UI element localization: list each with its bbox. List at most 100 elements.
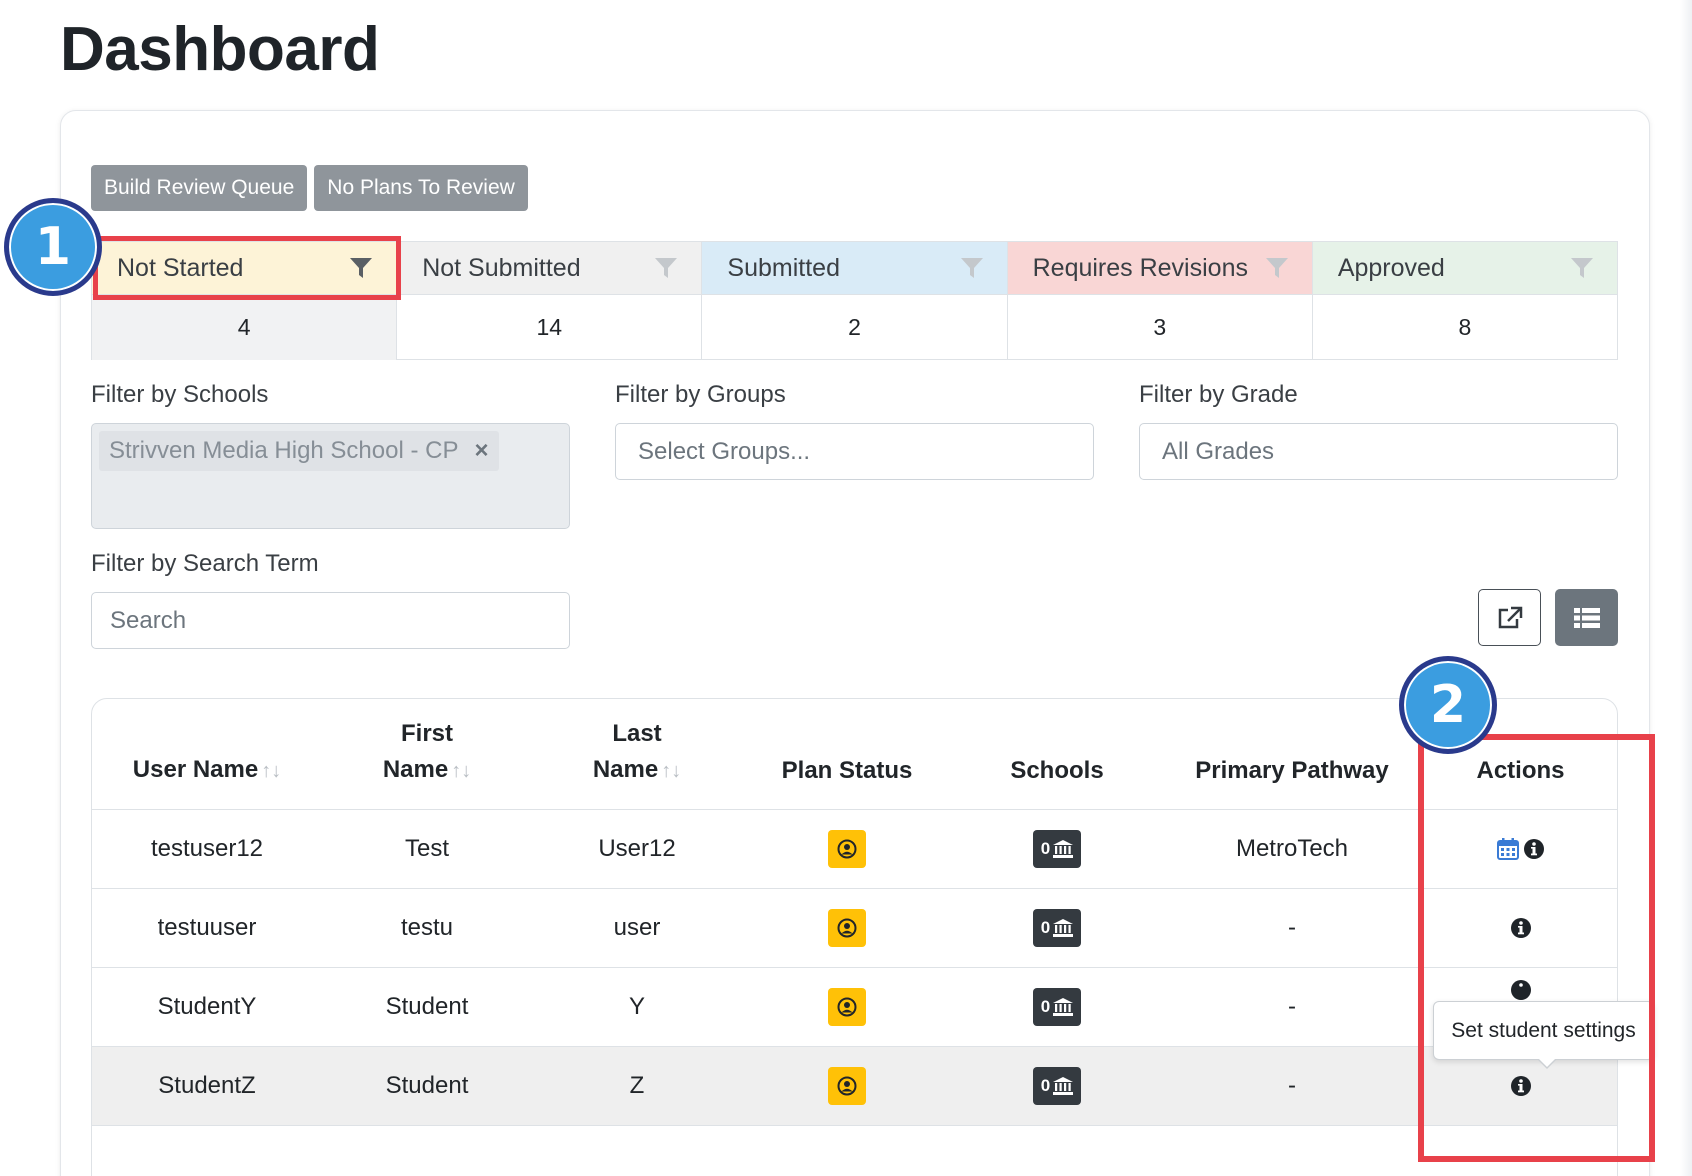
cell-username: testuser12 bbox=[92, 809, 322, 889]
header-label: Last bbox=[612, 719, 662, 747]
annotation-highlight-1 bbox=[93, 236, 401, 300]
cell-lastname: Y bbox=[532, 967, 742, 1047]
status-count: 2 bbox=[702, 294, 1007, 360]
annotation-badge-2: 2 bbox=[1399, 656, 1497, 754]
external-link-icon bbox=[1498, 606, 1522, 628]
col-primary-pathway: Primary Pathway bbox=[1162, 699, 1422, 810]
bank-icon bbox=[1053, 918, 1074, 937]
annotation-badge-1: 1 bbox=[4, 198, 102, 296]
search-input[interactable]: Search bbox=[91, 592, 570, 649]
schools-badge[interactable]: 0 bbox=[1032, 829, 1082, 868]
header-label: User Name bbox=[132, 755, 259, 783]
cell-schools: 0 bbox=[952, 809, 1162, 889]
groups-placeholder: Select Groups... bbox=[638, 437, 811, 465]
funnel-icon[interactable] bbox=[960, 258, 983, 278]
cell-username: StudentZ bbox=[92, 1046, 322, 1126]
schools-badge[interactable]: 0 bbox=[1032, 987, 1082, 1026]
table-row: testuser12 Test User12 0 MetroTech bbox=[92, 809, 1617, 889]
schools-count: 0 bbox=[1040, 996, 1051, 1016]
status-label: Requires Revisions bbox=[1032, 253, 1248, 282]
status-count: 3 bbox=[1007, 294, 1312, 360]
close-icon[interactable]: × bbox=[474, 437, 488, 465]
funnel-icon[interactable] bbox=[655, 258, 678, 278]
students-table: User Name ↑↓ First Name ↑↓ Last Name ↑↓ Plan … bbox=[91, 698, 1618, 1176]
export-button[interactable] bbox=[1478, 589, 1541, 646]
grade-value: All Grades bbox=[1162, 437, 1275, 465]
cell-lastname: user bbox=[532, 888, 742, 968]
status-submitted[interactable]: Submitted 2 bbox=[702, 242, 1008, 360]
cell-plan-status bbox=[742, 809, 952, 889]
col-lastname[interactable]: Last Name ↑↓ bbox=[532, 699, 742, 810]
table-row: testuuser testu user 0 - bbox=[92, 888, 1617, 968]
filter-grade-label: Filter by Grade bbox=[1139, 381, 1298, 408]
list-icon bbox=[1573, 607, 1600, 628]
status-requires-revisions[interactable]: Requires Revisions 3 bbox=[1007, 242, 1313, 360]
schools-count: 0 bbox=[1040, 1075, 1051, 1095]
table-row: StudentY Student Y 0 - bbox=[92, 967, 1617, 1047]
status-count: 14 bbox=[397, 294, 702, 360]
table-row: StudentZ Student Z 0 - bbox=[92, 1046, 1617, 1126]
header-label: First bbox=[400, 719, 453, 747]
col-firstname[interactable]: First Name ↑↓ bbox=[322, 699, 532, 810]
cell-username: testuuser bbox=[92, 888, 322, 968]
user-circle-icon[interactable] bbox=[828, 987, 866, 1026]
sort-icon[interactable]: ↑↓ bbox=[661, 760, 681, 782]
build-review-queue-button[interactable]: Build Review Queue bbox=[91, 165, 308, 211]
page-title: Dashboard bbox=[60, 15, 380, 84]
list-view-button[interactable] bbox=[1555, 589, 1618, 646]
bank-icon bbox=[1053, 1076, 1074, 1095]
cell-plan-status bbox=[742, 1046, 952, 1126]
cell-schools: 0 bbox=[952, 967, 1162, 1047]
cell-pathway: - bbox=[1162, 1046, 1422, 1126]
cell-lastname: Z bbox=[532, 1046, 742, 1126]
user-circle-icon[interactable] bbox=[828, 1066, 866, 1105]
status-count: 8 bbox=[1312, 294, 1618, 360]
funnel-icon[interactable] bbox=[1265, 258, 1288, 278]
schools-badge[interactable]: 0 bbox=[1032, 908, 1082, 947]
cell-firstname: testu bbox=[322, 888, 532, 968]
status-label: Submitted bbox=[727, 253, 840, 282]
filter-schools-label: Filter by Schools bbox=[91, 381, 269, 408]
no-plans-to-review-button[interactable]: No Plans To Review bbox=[314, 165, 528, 211]
col-username[interactable]: User Name ↑↓ bbox=[92, 699, 322, 810]
filter-groups-label: Filter by Groups bbox=[615, 381, 786, 408]
school-chip: Strivven Media High School - CP × bbox=[99, 431, 499, 471]
header-label: Name bbox=[382, 755, 449, 783]
cell-schools: 0 bbox=[952, 888, 1162, 968]
schools-count: 0 bbox=[1040, 838, 1051, 858]
bank-icon bbox=[1053, 839, 1074, 858]
cell-plan-status bbox=[742, 888, 952, 968]
status-count: 4 bbox=[92, 294, 397, 360]
filter-grade-select[interactable]: All Grades bbox=[1139, 423, 1618, 480]
status-approved[interactable]: Approved 8 bbox=[1312, 242, 1618, 360]
status-not-submitted[interactable]: Not Submitted 14 bbox=[397, 242, 703, 360]
col-plan-status: Plan Status bbox=[742, 699, 952, 810]
cell-firstname: Test bbox=[322, 809, 532, 889]
scroll-edge bbox=[1680, 0, 1692, 1176]
schools-badge[interactable]: 0 bbox=[1032, 1066, 1082, 1105]
user-circle-icon[interactable] bbox=[828, 908, 866, 947]
status-label: Not Submitted bbox=[422, 253, 581, 282]
cell-firstname: Student bbox=[322, 1046, 532, 1126]
header-label: Name bbox=[592, 755, 659, 783]
cell-pathway: MetroTech bbox=[1162, 809, 1422, 889]
cell-username: StudentY bbox=[92, 967, 322, 1047]
funnel-icon[interactable] bbox=[1571, 258, 1594, 278]
bank-icon bbox=[1053, 997, 1074, 1016]
user-circle-icon[interactable] bbox=[828, 829, 866, 868]
status-label: Approved bbox=[1337, 253, 1445, 282]
schools-count: 0 bbox=[1040, 917, 1051, 937]
filter-schools-select[interactable]: Strivven Media High School - CP × bbox=[91, 423, 570, 529]
filter-search-label: Filter by Search Term bbox=[91, 550, 319, 577]
table-header-row: User Name ↑↓ First Name ↑↓ Last Name ↑↓ Plan … bbox=[92, 699, 1617, 810]
sort-icon[interactable]: ↑↓ bbox=[261, 760, 281, 782]
cell-firstname: Student bbox=[322, 967, 532, 1047]
toolbar: Build Review Queue No Plans To Review bbox=[91, 165, 528, 211]
cell-schools: 0 bbox=[952, 1046, 1162, 1126]
annotation-highlight-2 bbox=[1418, 734, 1655, 1162]
search-placeholder: Search bbox=[110, 606, 187, 634]
filter-groups-select[interactable]: Select Groups... bbox=[615, 423, 1094, 480]
school-chip-label: Strivven Media High School - CP bbox=[109, 437, 459, 464]
sort-icon[interactable]: ↑↓ bbox=[451, 760, 471, 782]
cell-lastname: User12 bbox=[532, 809, 742, 889]
